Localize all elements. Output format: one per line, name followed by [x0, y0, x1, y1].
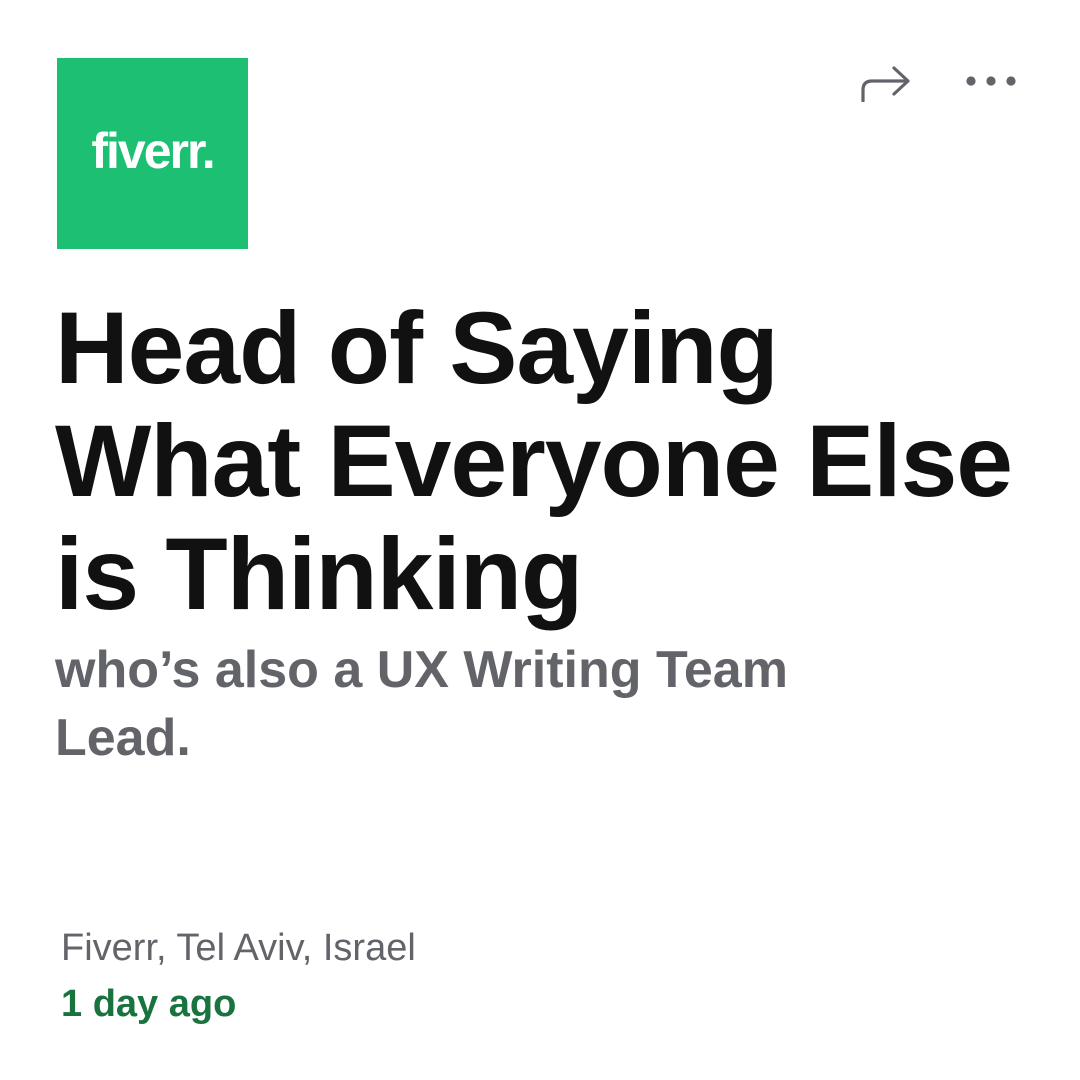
share-button[interactable] [856, 52, 918, 110]
company-logo: fiverr. [57, 58, 248, 249]
card-actions [856, 52, 1022, 110]
job-subtitle: who’s also a UX Writing Team Lead. [55, 641, 788, 767]
posted-time: 1 day ago [61, 983, 237, 1025]
job-location: Fiverr, Tel Aviv, Israel [61, 927, 416, 969]
share-arrow-icon [861, 66, 910, 102]
more-horizontal-icon [966, 76, 1016, 86]
job-card[interactable]: fiverr. Head of Saying What Everyone Els… [0, 0, 1080, 1080]
job-title[interactable]: Head of Saying What Everyone Else is Thi… [55, 292, 1015, 631]
more-options-button[interactable] [960, 52, 1022, 110]
company-logo-text: fiverr. [91, 122, 215, 179]
